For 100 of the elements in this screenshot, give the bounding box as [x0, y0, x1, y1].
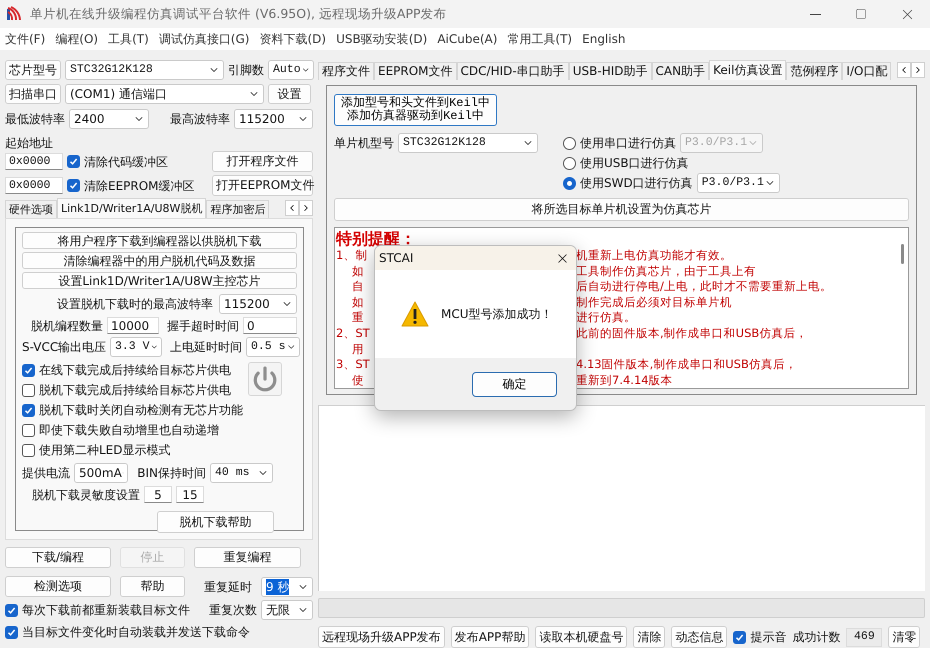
- dropdown[interactable]: 500mA: [74, 463, 128, 483]
- logo-icon: [6, 6, 22, 22]
- dropdown[interactable]: STC32G12K128: [65, 60, 224, 80]
- reset-count-button[interactable]: 清零: [888, 626, 920, 648]
- open-file-button[interactable]: 打开程序文件: [212, 151, 313, 172]
- set-emulator-chip-button[interactable]: 将所选目标单片机设置为仿真芯片: [334, 198, 909, 221]
- tab[interactable]: 范例程序: [786, 62, 842, 80]
- handshake-label: 握手超时时间: [167, 318, 239, 334]
- dropdown[interactable]: 40 ms: [210, 463, 273, 483]
- address-field[interactable]: 0x0000: [5, 153, 63, 170]
- chip-model-button[interactable]: 芯片型号: [5, 60, 61, 80]
- ok-button[interactable]: 确定: [472, 372, 557, 396]
- dropdown[interactable]: 2400: [69, 109, 149, 129]
- reminder-text: 工具制作仿真芯片，由于工具上有: [576, 264, 757, 280]
- checkbox[interactable]: [22, 404, 35, 416]
- checkbox[interactable]: [67, 179, 80, 192]
- radio-button[interactable]: [563, 156, 576, 170]
- dropdown[interactable]: 0.5 s: [246, 337, 300, 357]
- tab-scroll-right-button[interactable]: [911, 62, 925, 78]
- maximize-icon: [855, 8, 867, 20]
- menu-item[interactable]: 文件(F): [0, 31, 50, 47]
- mcu-model-label: 单片机型号: [334, 135, 394, 152]
- dropdown[interactable]: Auto: [268, 60, 314, 80]
- menu-item[interactable]: 工具(T): [103, 31, 154, 47]
- tab[interactable]: Link1D/Writer1A/U8W脱机: [57, 198, 206, 218]
- tab[interactable]: 程序加密后: [206, 200, 270, 218]
- sensitivity-label: 脱机下载灵敏度设置: [32, 486, 140, 502]
- scrollbar-thumb[interactable]: [901, 244, 904, 264]
- scan-port-button[interactable]: 扫描串口: [5, 84, 61, 104]
- dropdown[interactable]: P3.0/P3.1: [696, 173, 780, 193]
- checkbox[interactable]: [22, 424, 35, 436]
- tab[interactable]: 程序文件: [318, 62, 374, 80]
- tab[interactable]: CDC/HID-串口助手: [456, 62, 569, 80]
- open-file-button[interactable]: 打开EEPROM文件: [212, 175, 313, 196]
- bottom-button[interactable]: 远程现场升级APP发布: [318, 626, 445, 648]
- repeat-delay-label: 重复延时: [204, 578, 252, 594]
- bottom-button[interactable]: 清除: [633, 626, 666, 648]
- checkmark-icon: [7, 606, 16, 614]
- dropdown[interactable]: 115200: [234, 109, 313, 129]
- offline-help-button[interactable]: 脱机下载帮助: [157, 511, 274, 533]
- bin-hold-label: BIN保持时间: [137, 465, 206, 481]
- reminder-text: 重: [352, 310, 364, 324]
- detect-options-button[interactable]: 检测选项: [5, 576, 111, 597]
- offline-action-button[interactable]: 将用户程序下载到编程器以供脱机下载: [22, 232, 297, 249]
- sensitivity-field[interactable]: 5: [144, 486, 172, 503]
- bottom-button[interactable]: 读取本机硬盘号: [535, 626, 628, 648]
- menu-item[interactable]: 常用工具(T): [502, 31, 578, 47]
- checkbox[interactable]: [22, 444, 35, 456]
- bottom-button[interactable]: 动态信息: [671, 626, 728, 648]
- menu-item[interactable]: 资料下载(D): [254, 31, 332, 47]
- dropdown[interactable]: 9 秒: [261, 576, 313, 596]
- dropdown[interactable]: 无限: [261, 600, 313, 620]
- tab[interactable]: EEPROM文件: [374, 62, 457, 80]
- add-to-keil-button[interactable]: 添加型号和头文件到Keil中 添加仿真器驱动到Keil中: [334, 94, 497, 126]
- menu-item[interactable]: 调试仿真接口(G): [154, 31, 254, 47]
- dropdown[interactable]: 3.3 V: [110, 337, 162, 357]
- checkmark-icon: [735, 632, 744, 642]
- reminder-text: 自: [352, 279, 364, 294]
- tab[interactable]: USB-HID助手: [568, 62, 652, 80]
- success-count-field: 469: [846, 628, 882, 646]
- tab-scroll-right-button[interactable]: [299, 200, 313, 216]
- action-button[interactable]: 重复编程: [194, 547, 301, 568]
- checkbox[interactable]: [5, 604, 18, 616]
- checkbox-label: 脱机下载完成后持续给目标芯片供电: [39, 382, 231, 398]
- checkbox[interactable]: [22, 384, 35, 396]
- offline-action-button[interactable]: 设置Link1D/Writer1A/U8W主控芯片: [22, 272, 297, 289]
- menu-item[interactable]: AiCube(A): [432, 31, 502, 47]
- checkbox[interactable]: [5, 626, 18, 638]
- program-count-field[interactable]: 10000: [107, 317, 159, 334]
- sensitivity-field[interactable]: 15: [176, 486, 204, 503]
- tab[interactable]: CAN助手: [652, 62, 710, 80]
- radio-button[interactable]: [563, 176, 576, 190]
- handshake-field[interactable]: 0: [243, 317, 297, 334]
- dropdown[interactable]: (COM1) 通信端口: [65, 84, 264, 104]
- tab[interactable]: I/O口配: [842, 62, 892, 80]
- tab-scroll-left-button[interactable]: [897, 62, 911, 78]
- settings-button[interactable]: 设置: [268, 84, 311, 104]
- dropdown[interactable]: STC32G12K128: [398, 133, 538, 153]
- help-button[interactable]: 帮助: [120, 576, 185, 597]
- offline-action-button[interactable]: 清除编程器中的用户脱机代码及数据: [22, 252, 297, 269]
- menu-item[interactable]: English: [577, 31, 630, 47]
- tab[interactable]: Keil仿真设置: [709, 60, 786, 80]
- power-button[interactable]: [248, 362, 282, 396]
- reminder-text: 制作完成后必须对目标单片机: [576, 294, 733, 310]
- radio-button[interactable]: [563, 136, 576, 150]
- tab[interactable]: 硬件选项: [5, 200, 57, 218]
- reminder-text: 进行仿真。: [576, 310, 637, 326]
- checkbox-label: 每次下载前都重新装载目标文件: [22, 602, 190, 618]
- tab-scroll-left-button[interactable]: [285, 200, 299, 216]
- menu-item[interactable]: 编程(O): [50, 31, 104, 47]
- action-button[interactable]: 下载/编程: [5, 547, 111, 568]
- dropdown[interactable]: 115200: [219, 294, 297, 314]
- checkbox[interactable]: [733, 630, 746, 644]
- address-field[interactable]: 0x0000: [5, 177, 63, 194]
- window-title: 单片机在线升级编程仿真调试平台软件 (V6.95O), 远程现场升级APP发布: [30, 6, 448, 22]
- bottom-button[interactable]: 发布APP帮助: [450, 626, 530, 648]
- checkbox[interactable]: [22, 364, 35, 376]
- checkbox[interactable]: [67, 155, 80, 168]
- reminder-text: 此前的固件版本,制作成串口和USB仿真后，: [576, 326, 808, 342]
- menu-item[interactable]: USB驱动安装(D): [331, 31, 432, 47]
